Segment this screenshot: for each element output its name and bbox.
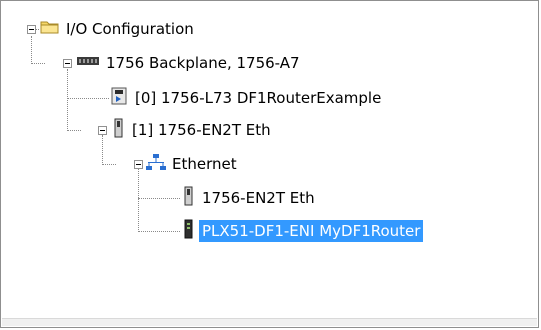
folder-icon	[40, 19, 60, 39]
panel-bottom-edge	[2, 318, 537, 326]
tree-item-backplane[interactable]: 1756 Backplane, 1756-A7	[76, 51, 303, 75]
tree-connector	[102, 135, 103, 165]
tree-connector	[138, 198, 180, 199]
backplane-icon	[76, 54, 100, 72]
collapse-toggle-ethernet[interactable]	[134, 160, 143, 169]
tree-connector	[138, 231, 180, 232]
module-icon	[112, 118, 126, 142]
tree-item-child[interactable]: 1756-EN2T Eth	[182, 186, 318, 210]
tree-connector	[31, 63, 45, 64]
tree-item-label: [0] 1756-L73 DF1RouterExample	[135, 89, 382, 107]
tree-panel: I/O Configuration 1756 Backplane, 1756-A…	[0, 0, 539, 328]
collapse-toggle-io-configuration[interactable]	[27, 25, 36, 34]
tree-item-label: 1756 Backplane, 1756-A7	[106, 54, 300, 72]
tree-item-label: [1] 1756-EN2T Eth	[132, 121, 271, 139]
collapse-toggle-en2t-module[interactable]	[98, 126, 107, 135]
tree-connector	[138, 169, 139, 232]
tree-item-label: Ethernet	[172, 155, 237, 173]
controller-icon	[109, 87, 129, 109]
tree-item-en2t-module[interactable]: [1] 1756-EN2T Eth	[112, 118, 274, 142]
tree-connector	[102, 164, 116, 165]
collapse-toggle-backplane[interactable]	[63, 59, 72, 68]
tree-item-controller[interactable]: [0] 1756-L73 DF1RouterExample	[109, 86, 384, 110]
tree-connector	[67, 130, 81, 131]
module-icon	[182, 186, 196, 210]
tree-connector	[67, 69, 68, 131]
tree-item-ethernet[interactable]: Ethernet	[146, 152, 240, 176]
tree-item-io-configuration[interactable]: I/O Configuration	[40, 17, 197, 41]
tree-connector	[67, 98, 109, 99]
device-icon	[182, 219, 196, 243]
network-icon	[146, 153, 166, 175]
tree-item-label: 1756-EN2T Eth	[202, 189, 315, 207]
tree-connector	[31, 36, 32, 64]
tree-item-label: I/O Configuration	[66, 20, 194, 38]
tree-item-label: PLX51-DF1-ENI MyDF1Router	[199, 220, 424, 242]
tree-item-child-selected[interactable]: PLX51-DF1-ENI MyDF1Router	[182, 219, 424, 243]
